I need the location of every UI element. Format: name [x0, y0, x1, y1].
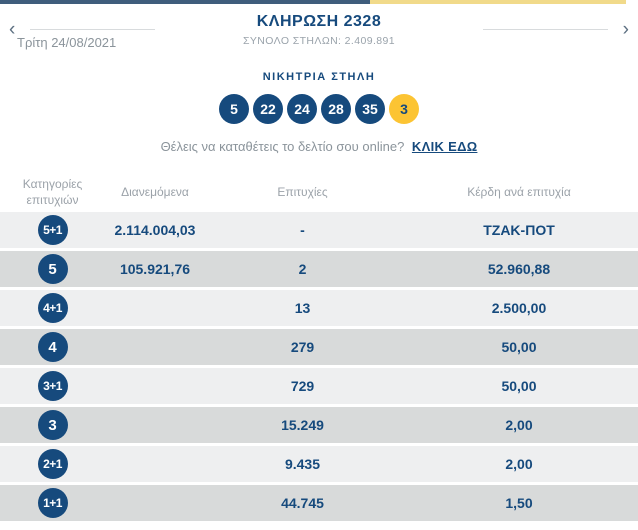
category-cell: 4+1 [0, 293, 105, 323]
table-row: 4+1 13 2.500,00 [0, 290, 638, 326]
category-cell: 3+1 [0, 371, 105, 401]
winning-number-ball: 28 [321, 94, 351, 124]
category-badge: 5+1 [37, 215, 68, 245]
prize-cell: 50,00 [501, 378, 537, 394]
header-distributed: Διανεμόμενα [121, 185, 189, 200]
category-badge: 3 [37, 410, 68, 440]
header-winners: Επιτυχίες [277, 185, 328, 200]
header-divider-left [30, 29, 155, 30]
prize-table-header: Κατηγορίες επιτυχιών Διανεμόμενα Επιτυχί… [0, 174, 638, 212]
distributed-cell: 105.921,76 [119, 261, 191, 277]
winners-cell: 9.435 [284, 456, 321, 472]
category-cell: 5 [0, 254, 105, 284]
category-cell: 3 [0, 410, 105, 440]
online-prompt-text: Θέλεις να καταθέτεις το δελτίο σου onlin… [160, 139, 405, 154]
winners-cell: 44.745 [281, 495, 324, 511]
prize-cell: 50,00 [501, 339, 537, 355]
winning-column-label: ΝΙΚΗΤΡΙΑ ΣΤΗΛΗ [262, 71, 376, 83]
category-badge: 4 [37, 332, 68, 362]
category-cell: 2+1 [0, 449, 105, 479]
draw-header: ‹ ΚΛΗΡΩΣΗ 2328 ΣΥΝΟΛΟ ΣΤΗΛΩΝ: 2.409.891 … [0, 4, 638, 62]
header-divider-right [483, 29, 608, 30]
draw-date: Τρίτη 24/08/2021 [17, 35, 117, 50]
category-cell: 4 [0, 332, 105, 362]
winning-number-ball: 22 [253, 94, 283, 124]
prize-cell: 2,00 [505, 417, 533, 433]
table-row: 3+1 729 50,00 [0, 368, 638, 404]
chevron-right-icon[interactable]: › [623, 20, 629, 39]
chevron-left-icon[interactable]: ‹ [9, 20, 15, 39]
winners-cell: 279 [290, 339, 315, 355]
category-cell: 5+1 [0, 215, 105, 245]
winning-numbers: 5 22 24 28 35 3 [0, 94, 638, 124]
click-here-link[interactable]: ΚΛΙΚ ΕΔΩ [412, 139, 478, 154]
prize-cell: 2.500,00 [491, 300, 547, 316]
table-row: 1+1 44.745 1,50 [0, 485, 638, 521]
winners-cell: - [300, 222, 305, 238]
prize-table-body: 5+1 2.114.004,03 - ΤΖΑΚ-ΠΟΤ 5 105.921,76… [0, 212, 638, 521]
header-prize-per-win: Κέρδη ανά επιτυχία [467, 185, 571, 200]
winning-number-ball: 35 [355, 94, 385, 124]
winning-number-ball: 5 [219, 94, 249, 124]
online-prompt: Θέλεις να καταθέτεις το δελτίο σου onlin… [0, 139, 638, 154]
winning-number-ball: 24 [287, 94, 317, 124]
category-badge: 5 [37, 254, 68, 284]
table-row: 5 105.921,76 2 52.960,88 [0, 251, 638, 287]
category-cell: 1+1 [0, 488, 105, 518]
category-badge: 2+1 [37, 449, 68, 479]
prize-cell: ΤΖΑΚ-ΠΟΤ [483, 222, 555, 238]
tzoker-results-page: ‹ ΚΛΗΡΩΣΗ 2328 ΣΥΝΟΛΟ ΣΤΗΛΩΝ: 2.409.891 … [0, 0, 638, 530]
table-row: 5+1 2.114.004,03 - ΤΖΑΚ-ΠΟΤ [0, 212, 638, 248]
prize-cell: 2,00 [505, 456, 533, 472]
winners-cell: 13 [294, 300, 311, 316]
prize-cell: 52.960,88 [487, 261, 551, 277]
table-row: 4 279 50,00 [0, 329, 638, 365]
category-badge: 4+1 [37, 293, 68, 323]
table-row: 3 15.249 2,00 [0, 407, 638, 443]
table-row: 2+1 9.435 2,00 [0, 446, 638, 482]
winners-cell: 2 [298, 261, 307, 277]
prize-table: Κατηγορίες επιτυχιών Διανεμόμενα Επιτυχί… [0, 174, 638, 521]
distributed-cell: 2.114.004,03 [114, 222, 196, 238]
winners-cell: 15.249 [281, 417, 324, 433]
winners-cell: 729 [290, 378, 315, 394]
category-badge: 1+1 [37, 488, 68, 518]
prize-cell: 1,50 [505, 495, 533, 511]
category-badge: 3+1 [37, 371, 68, 401]
header-categories: Κατηγορίες επιτυχιών [22, 177, 83, 207]
joker-number-ball: 3 [389, 94, 419, 124]
